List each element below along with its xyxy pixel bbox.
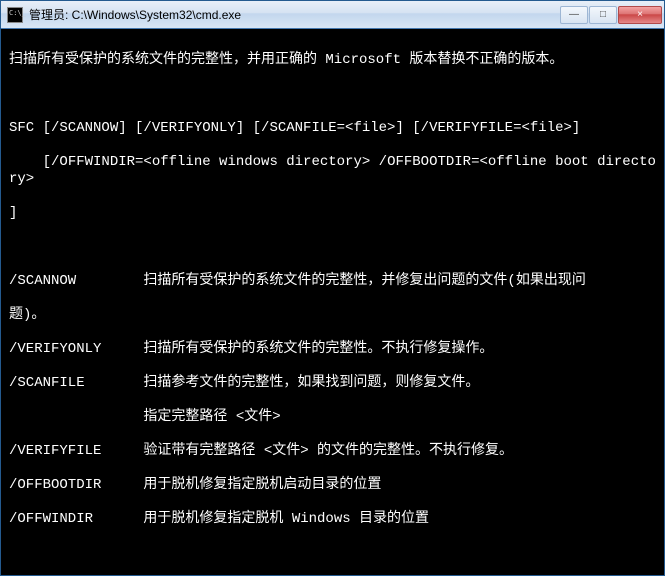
window-controls: — □ × [560, 6, 662, 24]
console-line: /VERIFYFILE 验证带有完整路径 <文件> 的文件的完整性。不执行修复。 [9, 443, 660, 460]
titlebar[interactable]: 管理员: C:\Windows\System32\cmd.exe — □ × [1, 1, 664, 29]
console-line: SFC [/SCANNOW] [/VERIFYONLY] [/SCANFILE=… [9, 120, 660, 137]
console-line: /SCANNOW 扫描所有受保护的系统文件的完整性，并修复出问题的文件(如果出现… [9, 273, 660, 290]
console-line: 扫描所有受保护的系统文件的完整性，并用正确的 Microsoft 版本替换不正确… [9, 52, 660, 69]
console-line: 题)。 [9, 307, 660, 324]
console-line: /OFFBOOTDIR 用于脱机修复指定脱机启动目录的位置 [9, 477, 660, 494]
console-line: ] [9, 205, 660, 222]
cmd-window: 管理员: C:\Windows\System32\cmd.exe — □ × 扫… [0, 0, 665, 576]
console-line: /OFFWINDIR 用于脱机修复指定脱机 Windows 目录的位置 [9, 511, 660, 528]
console-line: [/OFFWINDIR=<offline windows directory> … [9, 154, 660, 188]
close-button[interactable]: × [618, 6, 662, 24]
console-line [9, 545, 660, 562]
console-line [9, 239, 660, 256]
window-title: 管理员: C:\Windows\System32\cmd.exe [29, 6, 560, 23]
console-line: /SCANFILE 扫描参考文件的完整性，如果找到问题，则修复文件。 [9, 375, 660, 392]
maximize-button[interactable]: □ [589, 6, 617, 24]
console-line: /VERIFYONLY 扫描所有受保护的系统文件的完整性。不执行修复操作。 [9, 341, 660, 358]
console-output[interactable]: 扫描所有受保护的系统文件的完整性，并用正确的 Microsoft 版本替换不正确… [1, 29, 664, 575]
console-line: 指定完整路径 <文件> [9, 409, 660, 426]
console-line [9, 86, 660, 103]
minimize-button[interactable]: — [560, 6, 588, 24]
cmd-icon [7, 7, 23, 23]
